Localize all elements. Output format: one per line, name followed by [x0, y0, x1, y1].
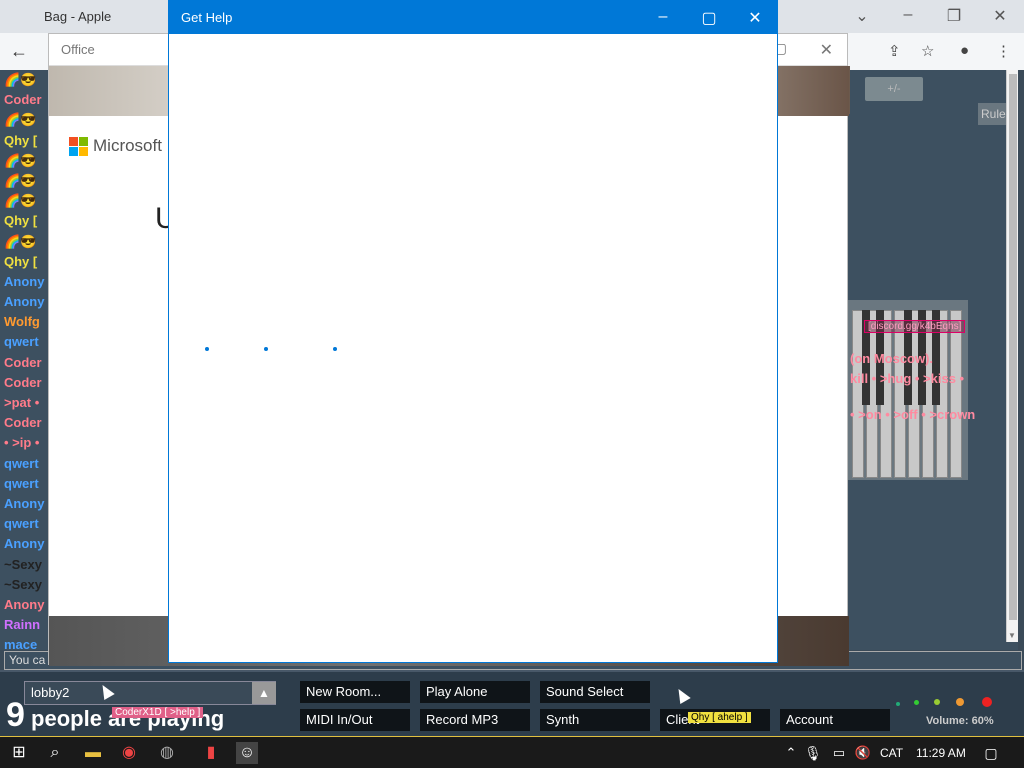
- status-led: [914, 700, 919, 705]
- discord-tag: [discord.gg/k4bEqhs]: [864, 320, 966, 333]
- chat-line: Anony: [4, 294, 45, 310]
- commands-line-2: • >on • >off • >crown: [850, 407, 976, 422]
- chat-line: 🌈😎: [4, 233, 37, 249]
- status-led: [896, 702, 900, 706]
- account-button[interactable]: Account: [780, 709, 890, 731]
- close-icon[interactable]: ✕: [990, 6, 1010, 26]
- chrome-icon[interactable]: ◉: [118, 742, 140, 764]
- chat-line: Anony: [4, 273, 45, 289]
- share-icon[interactable]: ⇪: [888, 42, 901, 60]
- chat-line: ~Sexy: [4, 576, 42, 592]
- play-alone-button[interactable]: Play Alone: [420, 681, 530, 703]
- status-led: [956, 698, 964, 706]
- user-tag: Qhy [ ahelp ]: [688, 712, 751, 723]
- restore-icon[interactable]: ❐: [944, 6, 964, 26]
- office-icon[interactable]: ▮: [200, 742, 222, 764]
- get-help-icon[interactable]: ☺: [236, 742, 258, 764]
- taskbar: ⊞ ⌕ ▬ ◉ ◍ ▮ ☺ ⌃ 🎙 ▭ 🔇 CAT 11:29 AM ▢: [0, 736, 1024, 768]
- chat-log: 🌈😎 Coder 🌈😎 Qhy [ 🌈😎 🌈😎 🌈😎 Qhy [ 🌈😎 Qhy [ Anony Ano…: [4, 70, 50, 650]
- chat-line: Anony: [4, 596, 45, 612]
- chat-line: Anony: [4, 536, 45, 552]
- chat-line: Coder: [4, 354, 42, 370]
- piano-control-bar: lobby2 ▲ 9 people are playing CoderX1D […: [0, 670, 1024, 736]
- loading-dot: [205, 347, 209, 351]
- scroll-down-arrow-icon[interactable]: ▼: [1008, 631, 1016, 640]
- back-arrow-icon[interactable]: ←: [10, 41, 28, 62]
- get-help-window: Get Help – ▢ ✕: [168, 0, 778, 663]
- profile-icon[interactable]: ●: [960, 42, 969, 59]
- scrollbar-thumb[interactable]: [1009, 74, 1017, 620]
- chat-line: Rainn: [4, 617, 41, 633]
- chat-line: >pat •: [4, 395, 40, 410]
- loading-dot: [264, 347, 268, 351]
- apple-icon: [22, 8, 36, 24]
- desktop: Bag - Apple ⌄ – ❐ ✕ ← ⇪ ☆ ● ⋮ +/- Rule 🌈…: [0, 0, 1024, 768]
- chat-line: qwert: [4, 516, 39, 532]
- chat-line: Wolfg: [4, 314, 40, 330]
- chat-line: qwert: [4, 455, 39, 471]
- search-icon[interactable]: ⌕: [44, 742, 66, 764]
- microphone-icon[interactable]: 🎙: [802, 742, 824, 764]
- language-indicator[interactable]: CAT: [880, 746, 903, 760]
- status-led: [982, 697, 992, 707]
- windows-start-icon[interactable]: ⊞: [8, 742, 30, 764]
- synth-button[interactable]: Synth: [540, 709, 650, 731]
- close-icon[interactable]: ✕: [745, 8, 765, 28]
- chat-line: • >ip •: [4, 435, 40, 451]
- chat-line: Qhy [: [4, 253, 38, 269]
- chevron-up-icon[interactable]: ▲: [252, 682, 276, 704]
- menu-kebab-icon[interactable]: ⋮: [996, 42, 1011, 60]
- new-room-button[interactable]: New Room...: [300, 681, 410, 703]
- volume-label[interactable]: Volume: 60%: [926, 715, 994, 727]
- get-help-title: Get Help: [181, 10, 233, 25]
- chat-line: 🌈😎: [4, 72, 37, 87]
- maximize-icon[interactable]: ▢: [699, 8, 719, 28]
- chat-line: 🌈😎: [4, 112, 37, 128]
- user-tag: CoderX1D [ >help ]: [112, 707, 204, 718]
- app-icon[interactable]: ◍: [156, 742, 178, 764]
- star-icon[interactable]: ☆: [921, 42, 934, 60]
- sound-select-button[interactable]: Sound Select: [540, 681, 650, 703]
- chat-line: 🌈😎: [4, 172, 37, 188]
- close-icon[interactable]: ✕: [820, 40, 833, 60]
- piano-key-white[interactable]: [950, 310, 962, 478]
- chevron-up-icon[interactable]: ⌃: [780, 742, 802, 764]
- chat-line: Coder: [4, 92, 42, 108]
- chat-line: Qhy [: [4, 132, 38, 148]
- chat-line: ~Sexy: [4, 556, 42, 572]
- loading-dot: [333, 347, 337, 351]
- record-mp3-button[interactable]: Record MP3: [420, 709, 530, 731]
- chat-line: qwert: [4, 475, 39, 491]
- clock[interactable]: 11:29 AM: [916, 746, 966, 760]
- status-led: [934, 699, 940, 705]
- notifications-icon[interactable]: ▢: [980, 742, 1002, 764]
- player-count-number: 9: [6, 696, 25, 734]
- midi-button[interactable]: MIDI In/Out: [300, 709, 410, 731]
- minimize-icon[interactable]: –: [898, 6, 918, 24]
- get-help-title-bar: Get Help – ▢ ✕: [169, 1, 777, 34]
- chevron-down-icon[interactable]: ⌄: [852, 6, 872, 26]
- chat-line: qwert: [4, 334, 39, 350]
- commands-line-1: kill • >hug • >kiss •: [850, 371, 965, 386]
- folder-icon[interactable]: ▬: [82, 742, 104, 764]
- moscow-text: (on Moscow).: [850, 351, 934, 366]
- chat-line: 🌈😎: [4, 193, 37, 209]
- chat-line: mace: [4, 637, 38, 650]
- page-scrollbar[interactable]: ▼: [1006, 70, 1018, 642]
- speaker-muted-icon[interactable]: 🔇: [852, 742, 874, 764]
- minimize-icon[interactable]: –: [653, 8, 673, 26]
- chat-line: Anony: [4, 495, 45, 511]
- chat-line: 🌈😎: [4, 152, 37, 168]
- chat-line: Coder: [4, 415, 42, 431]
- browser-tab-title[interactable]: Bag - Apple: [44, 9, 111, 24]
- chat-line: Coder: [4, 374, 42, 390]
- chat-line: Qhy [: [4, 213, 38, 229]
- pill-button[interactable]: +/-: [865, 77, 923, 101]
- microsoft-brand: Microsoft: [93, 136, 162, 155]
- network-icon[interactable]: ▭: [828, 742, 850, 764]
